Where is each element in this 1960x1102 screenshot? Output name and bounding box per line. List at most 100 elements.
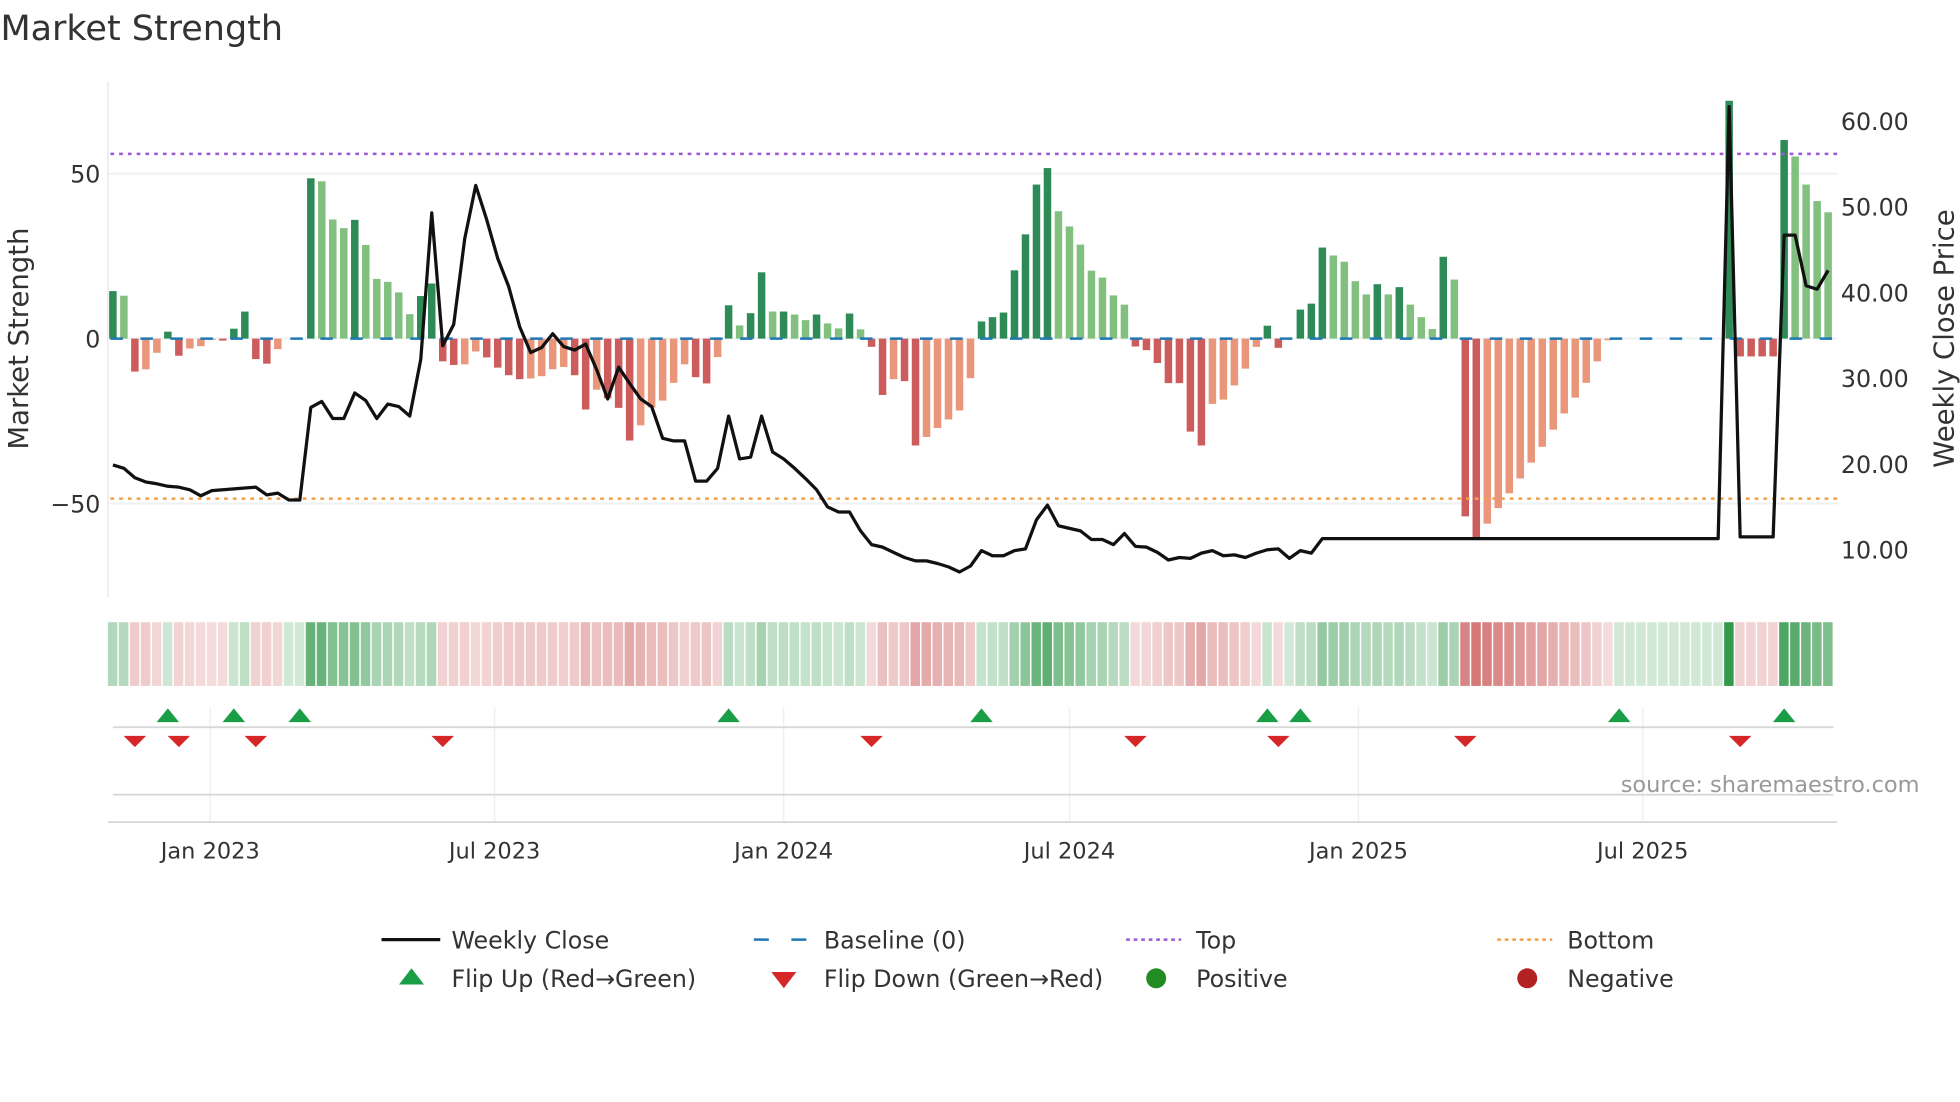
- strength-bar: [834, 328, 843, 339]
- strip-cell: [1746, 622, 1756, 686]
- legend-item: Positive: [1146, 965, 1288, 993]
- strength-bar: [142, 338, 150, 370]
- strip-cell: [492, 622, 503, 686]
- strength-bar: [1186, 338, 1195, 432]
- strip-cell: [1515, 622, 1525, 686]
- legend-label: Flip Up (Red→Green): [451, 965, 696, 993]
- strip-cell: [371, 622, 382, 686]
- strip-cell: [701, 622, 712, 686]
- strength-bar: [1109, 295, 1118, 339]
- strip-cell: [1218, 622, 1228, 686]
- strength-bar: [1571, 338, 1579, 398]
- strip-cell: [1361, 622, 1371, 686]
- strip-cell: [602, 622, 613, 686]
- strip-cell: [767, 622, 778, 686]
- strip-cell: [624, 622, 635, 686]
- legend-item: Negative: [1517, 965, 1674, 993]
- strength-bar: [735, 325, 744, 339]
- flip-down-marker: [1728, 735, 1752, 748]
- strip-cell: [1779, 622, 1789, 686]
- flip-down-marker: [167, 735, 191, 748]
- strength-bar: [999, 312, 1008, 339]
- strength-bar: [307, 178, 315, 339]
- strip-cell: [1757, 622, 1767, 686]
- strip-cell: [778, 622, 789, 686]
- strip-cell: [844, 622, 855, 686]
- strength-bar: [1395, 287, 1404, 339]
- strip-cell: [756, 622, 767, 686]
- y-right-tick-label: 10.00: [1841, 536, 1909, 564]
- strength-bar: [746, 313, 755, 339]
- strength-bar: [1054, 211, 1063, 339]
- strip-cell: [668, 622, 679, 686]
- strength-bar: [131, 338, 139, 372]
- strength-bar: [1329, 255, 1338, 339]
- strength-bar: [1593, 338, 1601, 362]
- strength-bar: [1263, 325, 1272, 339]
- strip-cell: [789, 622, 800, 686]
- strip-cell: [514, 622, 525, 686]
- strip-cell: [1449, 622, 1459, 686]
- y-left-tick-label: 0: [85, 325, 100, 353]
- y-right-tick-label: 40.00: [1841, 279, 1909, 307]
- strip-cell: [129, 622, 140, 686]
- strip-cell: [1658, 622, 1668, 686]
- legend-label: Flip Down (Green→Red): [824, 965, 1103, 993]
- strip-cell: [800, 622, 811, 686]
- strength-bar: [1516, 338, 1525, 479]
- strip-cell: [525, 622, 536, 686]
- strip-cell: [470, 622, 481, 686]
- flip-down-marker: [860, 735, 883, 748]
- strength-bar: [515, 338, 524, 380]
- strength-bar: [768, 311, 777, 339]
- strength-bar: [933, 338, 942, 428]
- strength-bar: [636, 338, 645, 426]
- strip-cell: [1317, 622, 1327, 686]
- flip-down-marker: [244, 735, 268, 748]
- y-left-axis-label: Market Strength: [3, 228, 35, 450]
- legend-item: Top: [1126, 926, 1236, 954]
- strength-bar: [1065, 226, 1074, 339]
- strip-cell: [899, 622, 910, 686]
- strip-cell: [1053, 622, 1063, 686]
- flip-down-marker: [123, 735, 147, 748]
- strip-cell: [734, 622, 745, 686]
- strength-bar: [1340, 261, 1349, 339]
- strip-cell: [1262, 622, 1272, 686]
- strength-bar: [1494, 338, 1503, 509]
- strength-bar: [680, 338, 689, 365]
- strength-bar: [1087, 270, 1096, 339]
- flip-down-marker: [431, 735, 454, 748]
- strip-cell: [855, 622, 866, 686]
- strength-bar: [1021, 234, 1030, 339]
- strength-bar: [691, 338, 700, 378]
- strip-cell: [118, 622, 129, 686]
- strip-cell: [448, 622, 459, 686]
- strip-cell: [1559, 622, 1569, 686]
- strip-cell: [1669, 622, 1679, 686]
- strip-cell: [536, 622, 547, 686]
- strength-bar: [1142, 338, 1151, 351]
- strip-cell: [943, 622, 954, 686]
- strength-bar: [1527, 338, 1535, 463]
- strip-cell: [690, 622, 701, 686]
- y-right-tick-label: 20.00: [1841, 451, 1909, 479]
- legend-item: Baseline (0): [753, 926, 966, 954]
- strip-cell: [1306, 622, 1316, 686]
- strip-cell: [976, 622, 986, 686]
- strength-bar: [1153, 338, 1162, 364]
- y-right-axis-label: Weekly Close Price: [1928, 209, 1960, 467]
- strength-bar: [1098, 277, 1107, 339]
- strip-cell: [657, 622, 668, 686]
- flip-up-marker: [1772, 708, 1796, 723]
- strip-cell: [1438, 622, 1448, 686]
- strip-cell: [162, 622, 173, 686]
- strip-cell: [1790, 622, 1800, 686]
- strip-cell: [250, 622, 261, 686]
- strip-cell: [1614, 622, 1624, 686]
- strength-bar: [1439, 256, 1448, 339]
- strip-cell: [1273, 622, 1283, 686]
- strip-cell: [393, 622, 404, 686]
- strip-cell: [965, 622, 976, 686]
- strength-bar: [1538, 338, 1546, 447]
